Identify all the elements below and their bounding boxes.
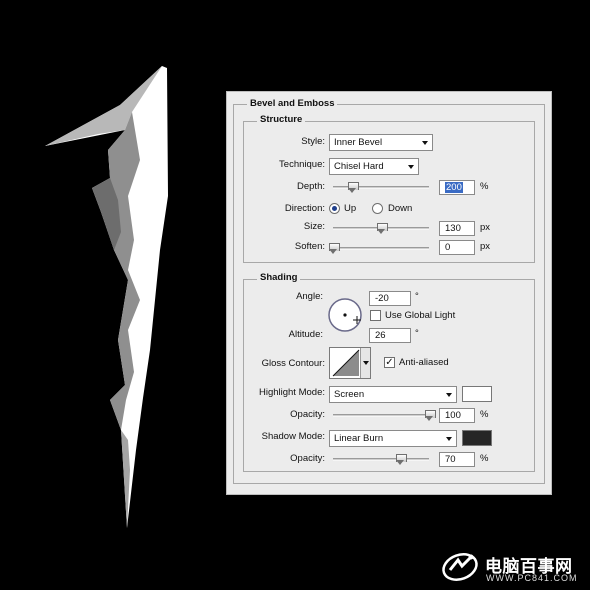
highlight-color-swatch[interactable] [462, 386, 492, 402]
soften-slider[interactable] [329, 243, 429, 254]
shadow-mode-select[interactable]: Linear Burn [329, 430, 457, 447]
depth-value: 200 [445, 182, 463, 193]
highlight-opacity-slider[interactable] [333, 410, 436, 421]
direction-up-label[interactable]: Up [344, 202, 356, 216]
bevel-shape-artwork [45, 66, 168, 528]
bevel-and-emboss-panel: Bevel and Emboss Structure Style: Inner … [226, 91, 552, 495]
soften-label: Soften: [294, 241, 325, 252]
anti-aliased-checkbox[interactable]: ✓ [384, 357, 395, 368]
depth-input[interactable]: 200 [439, 180, 475, 195]
technique-select-value: Chisel Hard [334, 161, 384, 172]
highlight-mode-select[interactable]: Screen [329, 386, 457, 403]
highlight-mode-value: Screen [334, 389, 365, 400]
soften-slider-thumb[interactable] [329, 243, 340, 254]
style-select-value: Inner Bevel [334, 137, 383, 148]
shape-face-highlight [45, 66, 168, 528]
contour-preview-icon [332, 349, 360, 377]
angle-label: Angle: [296, 291, 323, 302]
altitude-label: Altitude: [288, 329, 323, 340]
soften-value: 0 [445, 242, 451, 253]
shadow-opacity-unit: % [480, 453, 489, 464]
highlight-opacity-slider-thumb[interactable] [425, 410, 436, 421]
chevron-down-icon [446, 393, 452, 397]
style-label: Style: [301, 136, 325, 147]
depth-label: Depth: [297, 181, 325, 192]
size-input[interactable]: 130 [439, 221, 475, 236]
shadow-mode-label: Shadow Mode: [261, 431, 325, 442]
technique-label: Technique: [279, 159, 325, 170]
depth-slider-thumb[interactable] [348, 182, 360, 193]
anti-aliased-label[interactable]: Anti-aliased [399, 356, 449, 370]
site-watermark: 电脑百事网 WWW.PC841.COM [438, 546, 590, 590]
soften-input[interactable]: 0 [439, 240, 475, 255]
size-label: Size: [303, 221, 325, 232]
highlight-opacity-label: Opacity: [290, 409, 325, 420]
angle-input[interactable]: -20 [369, 291, 411, 306]
direction-down-label[interactable]: Down [388, 202, 412, 216]
use-global-light-label[interactable]: Use Global Light [385, 309, 455, 323]
structure-title: Structure [257, 114, 306, 126]
angle-dial[interactable] [327, 297, 363, 333]
technique-select[interactable]: Chisel Hard [329, 158, 419, 175]
soften-unit: px [480, 241, 491, 252]
shadow-opacity-input[interactable]: 70 [439, 452, 475, 467]
gloss-contour-label: Gloss Contour: [261, 358, 325, 369]
angle-unit: ° [415, 291, 419, 302]
altitude-input[interactable]: 26 [369, 328, 411, 343]
watermark-url: WWW.PC841.COM [486, 573, 578, 583]
shadow-opacity-slider[interactable] [333, 454, 429, 465]
panel-title: Bevel and Emboss [247, 98, 338, 110]
direction-down-radio[interactable] [372, 203, 383, 214]
shading-title: Shading [257, 272, 301, 284]
size-unit: px [480, 222, 491, 233]
shadow-color-swatch[interactable] [462, 430, 492, 446]
highlight-opacity-value: 100 [445, 410, 461, 421]
highlight-opacity-unit: % [480, 409, 489, 420]
size-value: 130 [445, 223, 461, 234]
shadow-opacity-label: Opacity: [290, 453, 325, 464]
chevron-down-icon [408, 165, 414, 169]
shadow-opacity-slider-thumb[interactable] [396, 454, 408, 465]
depth-slider[interactable] [333, 182, 429, 193]
direction-up-radio[interactable] [329, 203, 340, 214]
altitude-value: 26 [375, 330, 386, 341]
contour-dropdown-button[interactable] [360, 348, 370, 378]
size-slider[interactable] [333, 223, 429, 234]
highlight-mode-label: Highlight Mode: [258, 387, 325, 398]
chevron-down-icon [422, 141, 428, 145]
size-slider-thumb[interactable] [377, 223, 388, 234]
shadow-opacity-value: 70 [445, 454, 456, 465]
use-global-light-checkbox[interactable] [370, 310, 381, 321]
chevron-down-icon [363, 361, 369, 365]
direction-label: Direction: [284, 203, 325, 214]
depth-unit: % [480, 181, 489, 192]
angle-value: -20 [375, 293, 389, 304]
altitude-unit: ° [415, 328, 419, 339]
chevron-down-icon [446, 437, 452, 441]
highlight-opacity-input[interactable]: 100 [439, 408, 475, 423]
site-logo-icon [442, 553, 478, 581]
shadow-mode-value: Linear Burn [334, 433, 384, 444]
gloss-contour-picker[interactable] [329, 347, 371, 379]
style-select[interactable]: Inner Bevel [329, 134, 433, 151]
